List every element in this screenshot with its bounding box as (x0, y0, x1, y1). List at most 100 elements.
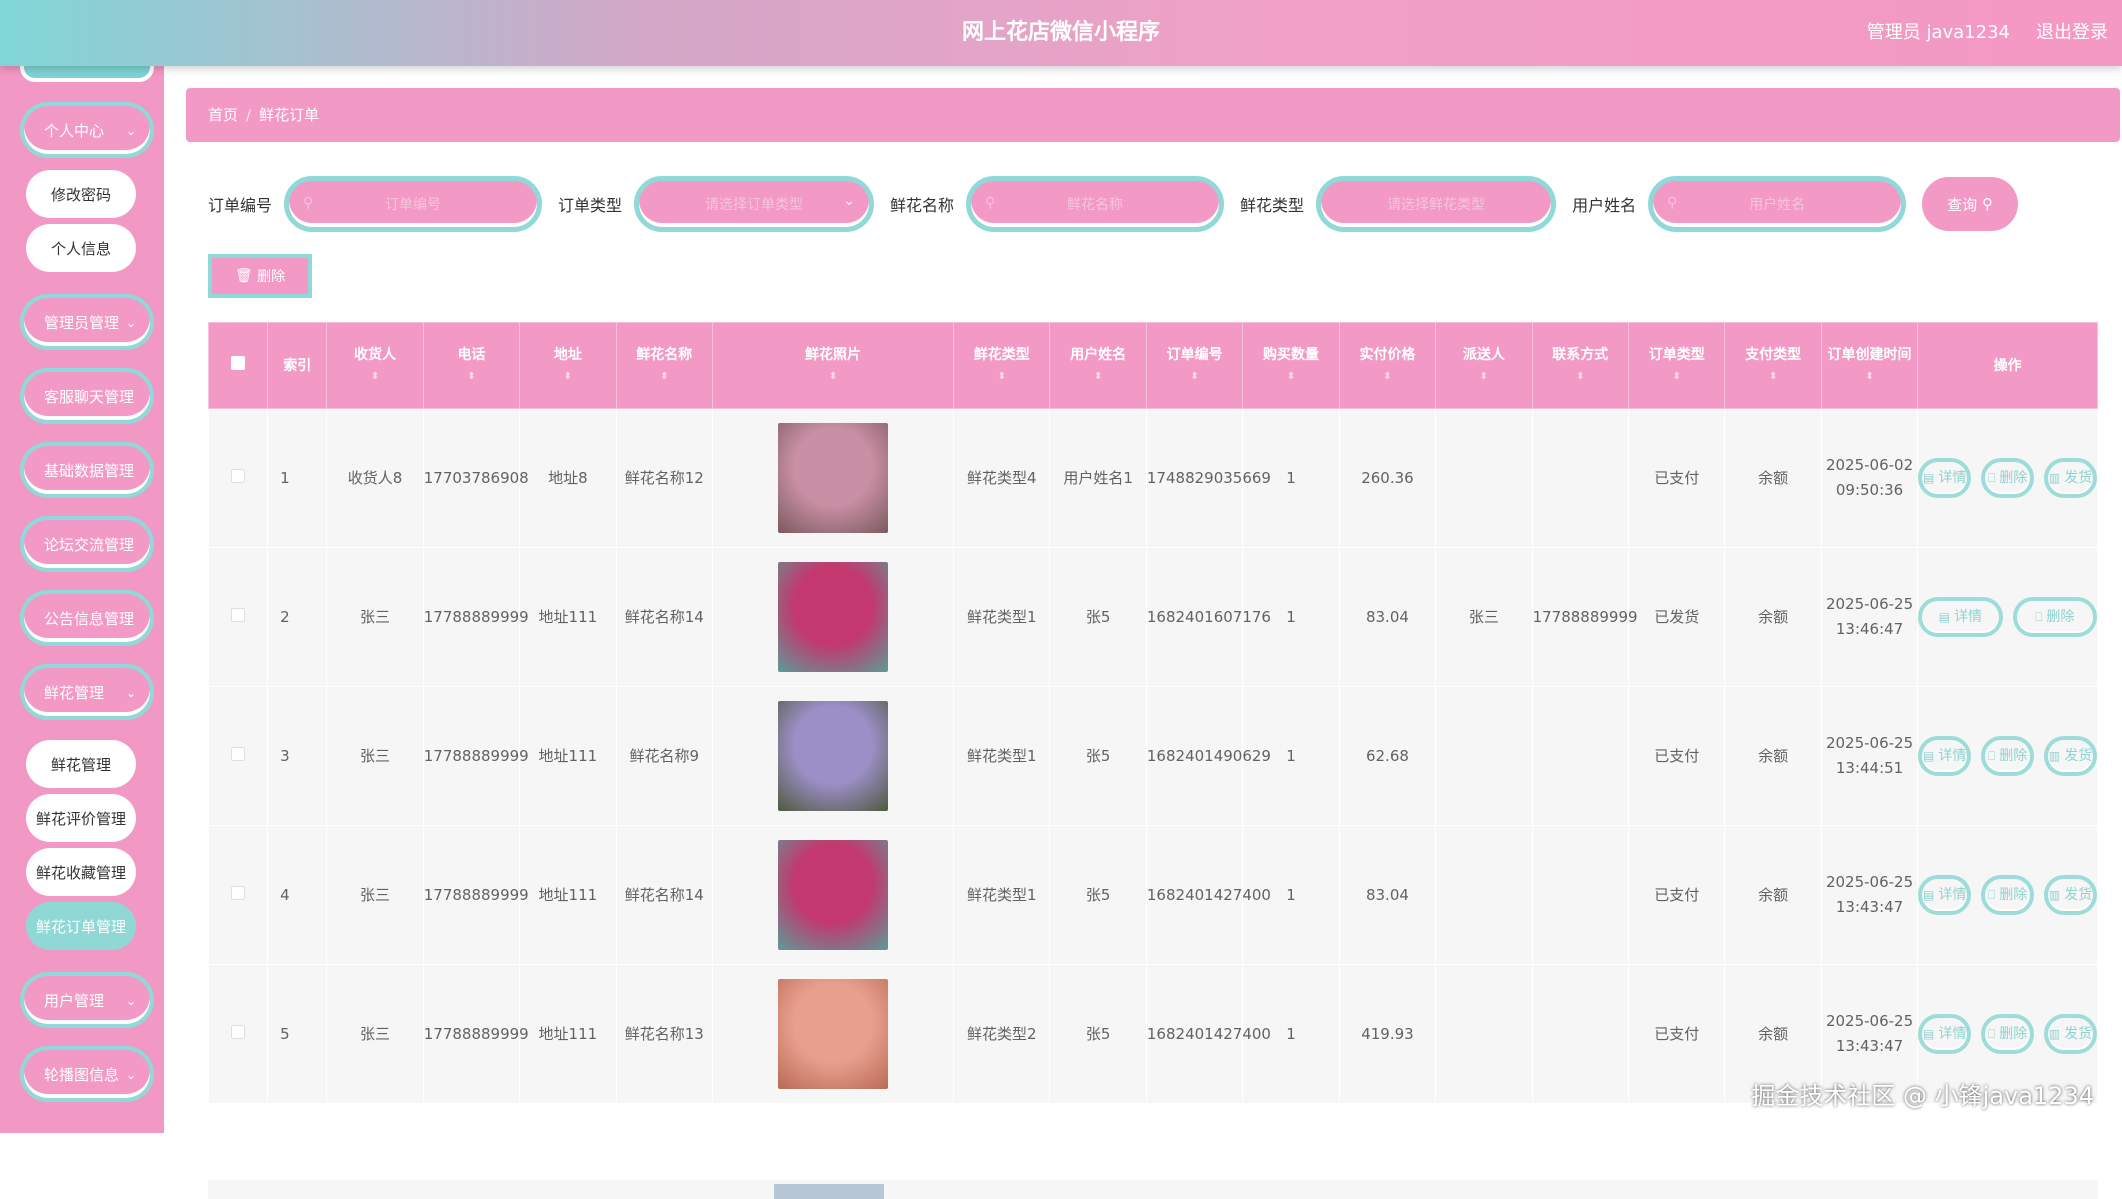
flower-photo (774, 1184, 884, 1199)
trash-icon: 🗑 (235, 268, 253, 284)
delete-button[interactable]: ⎕删除 (1981, 458, 2034, 498)
cell-idx: 5 (268, 965, 327, 1104)
sidebar-item-user[interactable]: 用户管理 ⌄ (20, 972, 154, 1028)
detail-button[interactable]: ▤详情 (1918, 736, 1971, 776)
sidebar-item-forum[interactable]: 论坛交流管理 (20, 516, 154, 572)
cell-idx: 2 (268, 548, 327, 687)
sort-icon[interactable]: ⬍ (1050, 366, 1145, 388)
column-header[interactable]: 订单创建时间⬍ (1821, 323, 1917, 409)
column-header[interactable]: 鲜花名称⬍ (616, 323, 712, 409)
sort-icon[interactable]: ⬍ (713, 366, 953, 388)
column-header[interactable]: 派送人⬍ (1436, 323, 1532, 409)
row-checkbox[interactable] (231, 747, 245, 761)
sort-icon[interactable]: ⬍ (1147, 366, 1242, 388)
sidebar-sub-flower[interactable]: 鲜花管理 (26, 740, 136, 788)
logout-link[interactable]: 退出登录 (2036, 0, 2108, 66)
order-no-input[interactable]: ⚲ 订单编号 (284, 176, 542, 232)
delete-button[interactable]: ⎕删除 (1981, 875, 2034, 915)
flower-name-input[interactable]: ⚲ 鲜花名称 (966, 176, 1224, 232)
column-header[interactable]: 鲜花照片⬍ (713, 323, 954, 409)
sidebar-sub-review[interactable]: 鲜花评价管理 (26, 794, 136, 842)
delete-label: 删除 (1999, 744, 2027, 769)
row-select-cell[interactable] (209, 548, 268, 687)
sort-icon[interactable]: ⬍ (1340, 366, 1435, 388)
user-name-input[interactable]: ⚲ 用户姓名 (1648, 176, 1906, 232)
sidebar-item-flower[interactable]: 鲜花管理 ⌄ (20, 664, 154, 720)
breadcrumb-home[interactable]: 首页 (208, 106, 238, 124)
delete-button[interactable]: ⎕删除 (1981, 1014, 2034, 1054)
sort-icon[interactable]: ⬍ (1822, 366, 1917, 388)
sidebar-sub-collect[interactable]: 鲜花收藏管理 (26, 848, 136, 896)
column-header[interactable]: 收货人⬍ (327, 323, 423, 409)
flower-photo-cell (713, 548, 954, 687)
column-header[interactable]: 电话⬍ (423, 323, 519, 409)
detail-button[interactable]: ▤详情 (1918, 1014, 1971, 1054)
cell-pay-type: 余额 (1725, 409, 1821, 548)
column-header[interactable]: 支付类型⬍ (1725, 323, 1821, 409)
sidebar-item-base-data[interactable]: 基础数据管理 (20, 442, 154, 498)
detail-button[interactable]: ▤详情 (1918, 875, 1971, 915)
detail-label: 详情 (1938, 466, 1966, 491)
delete-button[interactable]: ⎕删除 (2013, 597, 2097, 637)
select-all-checkbox[interactable] (231, 356, 245, 370)
select-all-cell[interactable] (209, 323, 268, 409)
cell-phone: 17703786908 (423, 409, 519, 548)
sidebar-item-admin[interactable]: 管理员管理 ⌄ (20, 294, 154, 350)
search-icon: ⚲ (1982, 195, 1993, 213)
flower-photo-cell (713, 687, 954, 826)
column-header[interactable]: 鲜花类型⬍ (954, 323, 1050, 409)
sort-icon[interactable]: ⬍ (1243, 366, 1338, 388)
ship-button[interactable]: ▥发货 (2044, 875, 2097, 915)
sort-icon[interactable]: ⬍ (1436, 366, 1531, 388)
flower-type-select[interactable]: 请选择鲜花类型 (1316, 176, 1556, 232)
sidebar-item-carousel[interactable]: 轮播图信息 ⌄ (20, 1046, 154, 1102)
cell-courier (1436, 409, 1532, 548)
row-select-cell[interactable] (209, 409, 268, 548)
sidebar-item-chat[interactable]: 客服聊天管理 (20, 368, 154, 424)
document-icon: ▤ (1923, 883, 1934, 908)
sidebar-sub-personal-info[interactable]: 个人信息 (26, 224, 136, 272)
row-checkbox[interactable] (231, 608, 245, 622)
sort-icon[interactable]: ⬍ (1629, 366, 1724, 388)
column-header[interactable]: 购买数量⬍ (1243, 323, 1339, 409)
row-checkbox[interactable] (231, 469, 245, 483)
row-select-cell[interactable] (209, 965, 268, 1104)
actions-cell: ▤详情⎕删除▥发货 (1918, 826, 2098, 965)
sidebar-sub-order[interactable]: 鲜花订单管理 (26, 902, 136, 950)
column-header[interactable]: 联系方式⬍ (1532, 323, 1628, 409)
sidebar-sub-change-password[interactable]: 修改密码 (26, 170, 136, 218)
sort-icon[interactable]: ⬍ (520, 366, 615, 388)
ship-button[interactable]: ▥发货 (2044, 458, 2097, 498)
column-header[interactable]: 实付价格⬍ (1339, 323, 1435, 409)
ship-button[interactable]: ▥发货 (2044, 1014, 2097, 1054)
cell-user: 张5 (1050, 548, 1146, 687)
batch-delete-button[interactable]: 🗑 删除 (208, 254, 312, 298)
column-header[interactable]: 用户姓名⬍ (1050, 323, 1146, 409)
detail-label: 详情 (1938, 883, 1966, 908)
orders-table: 索引收货人⬍电话⬍地址⬍鲜花名称⬍鲜花照片⬍鲜花类型⬍用户姓名⬍订单编号⬍购买数… (208, 322, 2098, 1104)
column-header[interactable]: 订单类型⬍ (1629, 323, 1725, 409)
column-header[interactable]: 订单编号 ⬍ (1146, 323, 1242, 409)
query-button[interactable]: 查询 ⚲ (1922, 177, 2018, 231)
row-select-cell[interactable] (209, 687, 268, 826)
detail-button[interactable]: ▤详情 (1918, 458, 1971, 498)
ship-button[interactable]: ▥发货 (2044, 736, 2097, 776)
sort-icon[interactable]: ⬍ (617, 366, 712, 388)
column-header-label: 订单编号 (1167, 347, 1223, 363)
sort-icon[interactable]: ⬍ (954, 366, 1049, 388)
sort-icon[interactable]: ⬍ (1725, 366, 1820, 388)
row-checkbox[interactable] (231, 886, 245, 900)
cell-pay-type: 余额 (1725, 548, 1821, 687)
sort-icon[interactable]: ⬍ (424, 366, 519, 388)
column-header[interactable]: 索引 (268, 323, 327, 409)
sort-icon[interactable]: ⬍ (1533, 366, 1628, 388)
column-header[interactable]: 地址⬍ (520, 323, 616, 409)
sidebar-item-notice[interactable]: 公告信息管理 (20, 590, 154, 646)
sort-icon[interactable]: ⬍ (327, 366, 422, 388)
row-select-cell[interactable] (209, 826, 268, 965)
sidebar-item-personal[interactable]: 个人中心 ⌄ (20, 102, 154, 158)
order-type-select[interactable]: 请选择订单类型 ⌄ (634, 176, 874, 232)
delete-button[interactable]: ⎕删除 (1981, 736, 2034, 776)
detail-button[interactable]: ▤详情 (1918, 597, 2002, 637)
row-checkbox[interactable] (231, 1025, 245, 1039)
